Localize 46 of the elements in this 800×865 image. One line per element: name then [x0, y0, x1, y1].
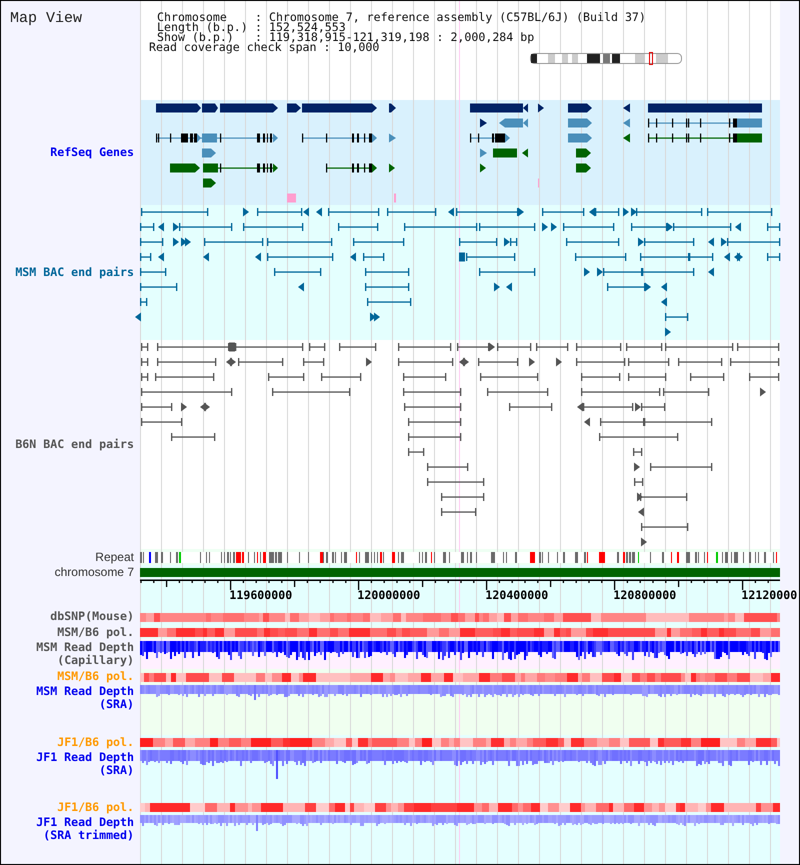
track-label: MSM BAC end pairs: [15, 266, 134, 279]
gene-feature: [470, 104, 528, 112]
view-title: Map View: [10, 11, 82, 26]
track-label: JF1/B6 pol.: [57, 800, 134, 814]
gene-feature: [522, 148, 528, 158]
gene-feature: [568, 104, 592, 112]
track-label: RefSeq Genes: [50, 146, 134, 159]
gene-feature: [538, 104, 544, 112]
track-label: MSM Read Depth (SRA): [35, 685, 134, 711]
axis-tick-label: 120000000: [357, 588, 420, 602]
gene-feature: [493, 148, 517, 158]
gene-feature: [499, 118, 528, 128]
gene-feature: [202, 148, 216, 158]
gene-feature: [576, 164, 591, 172]
gene-feature: [470, 134, 510, 142]
axis-tick-label: 120400000: [485, 588, 548, 602]
gene-feature: [220, 104, 278, 112]
gene-feature: [480, 118, 487, 128]
gene-feature: [568, 118, 592, 128]
track-label: JF1/B6 pol.: [57, 736, 134, 748]
track-label: MSM Read Depth (Capillary): [35, 641, 134, 667]
gene-feature: [568, 134, 592, 142]
track-label: JF1 Read Depth (SRA): [35, 751, 134, 777]
gene-feature: [203, 178, 216, 188]
track-label: Repeat: [95, 550, 134, 564]
track-label: B6N BAC end pairs: [15, 438, 134, 451]
gene-feature: [389, 134, 396, 142]
axis-tick-label: 120800000: [613, 588, 676, 602]
gene-feature: [576, 148, 591, 158]
info-value: : 10,000: [324, 42, 380, 52]
track-label: MSM/B6 pol.: [57, 670, 134, 682]
info-label: Read coverage check span: [149, 42, 317, 52]
track-label: JF1 Read Depth (SRA trimmed): [35, 816, 134, 842]
gene-feature: [389, 164, 395, 172]
axis-tick-label: 12120000: [741, 588, 798, 602]
track-label: dbSNP(Mouse): [50, 610, 134, 622]
gene-feature: [389, 104, 396, 112]
track-label: chromosome 7: [54, 565, 134, 579]
gene-feature: [287, 194, 296, 202]
info-value: : 119,318,915-121,319,198 : 2,000,284 bp: [255, 32, 534, 42]
info-value: : 152,524,553: [255, 22, 346, 32]
info-value: : Chromosome 7, reference assembly (C57BL/6J) (Build 37): [255, 12, 646, 22]
track-label: MSM/B6 pol.: [57, 626, 134, 638]
region-marker: [649, 52, 653, 65]
gene-feature: [326, 164, 377, 172]
axis-tick-label: 119600000: [229, 588, 292, 602]
